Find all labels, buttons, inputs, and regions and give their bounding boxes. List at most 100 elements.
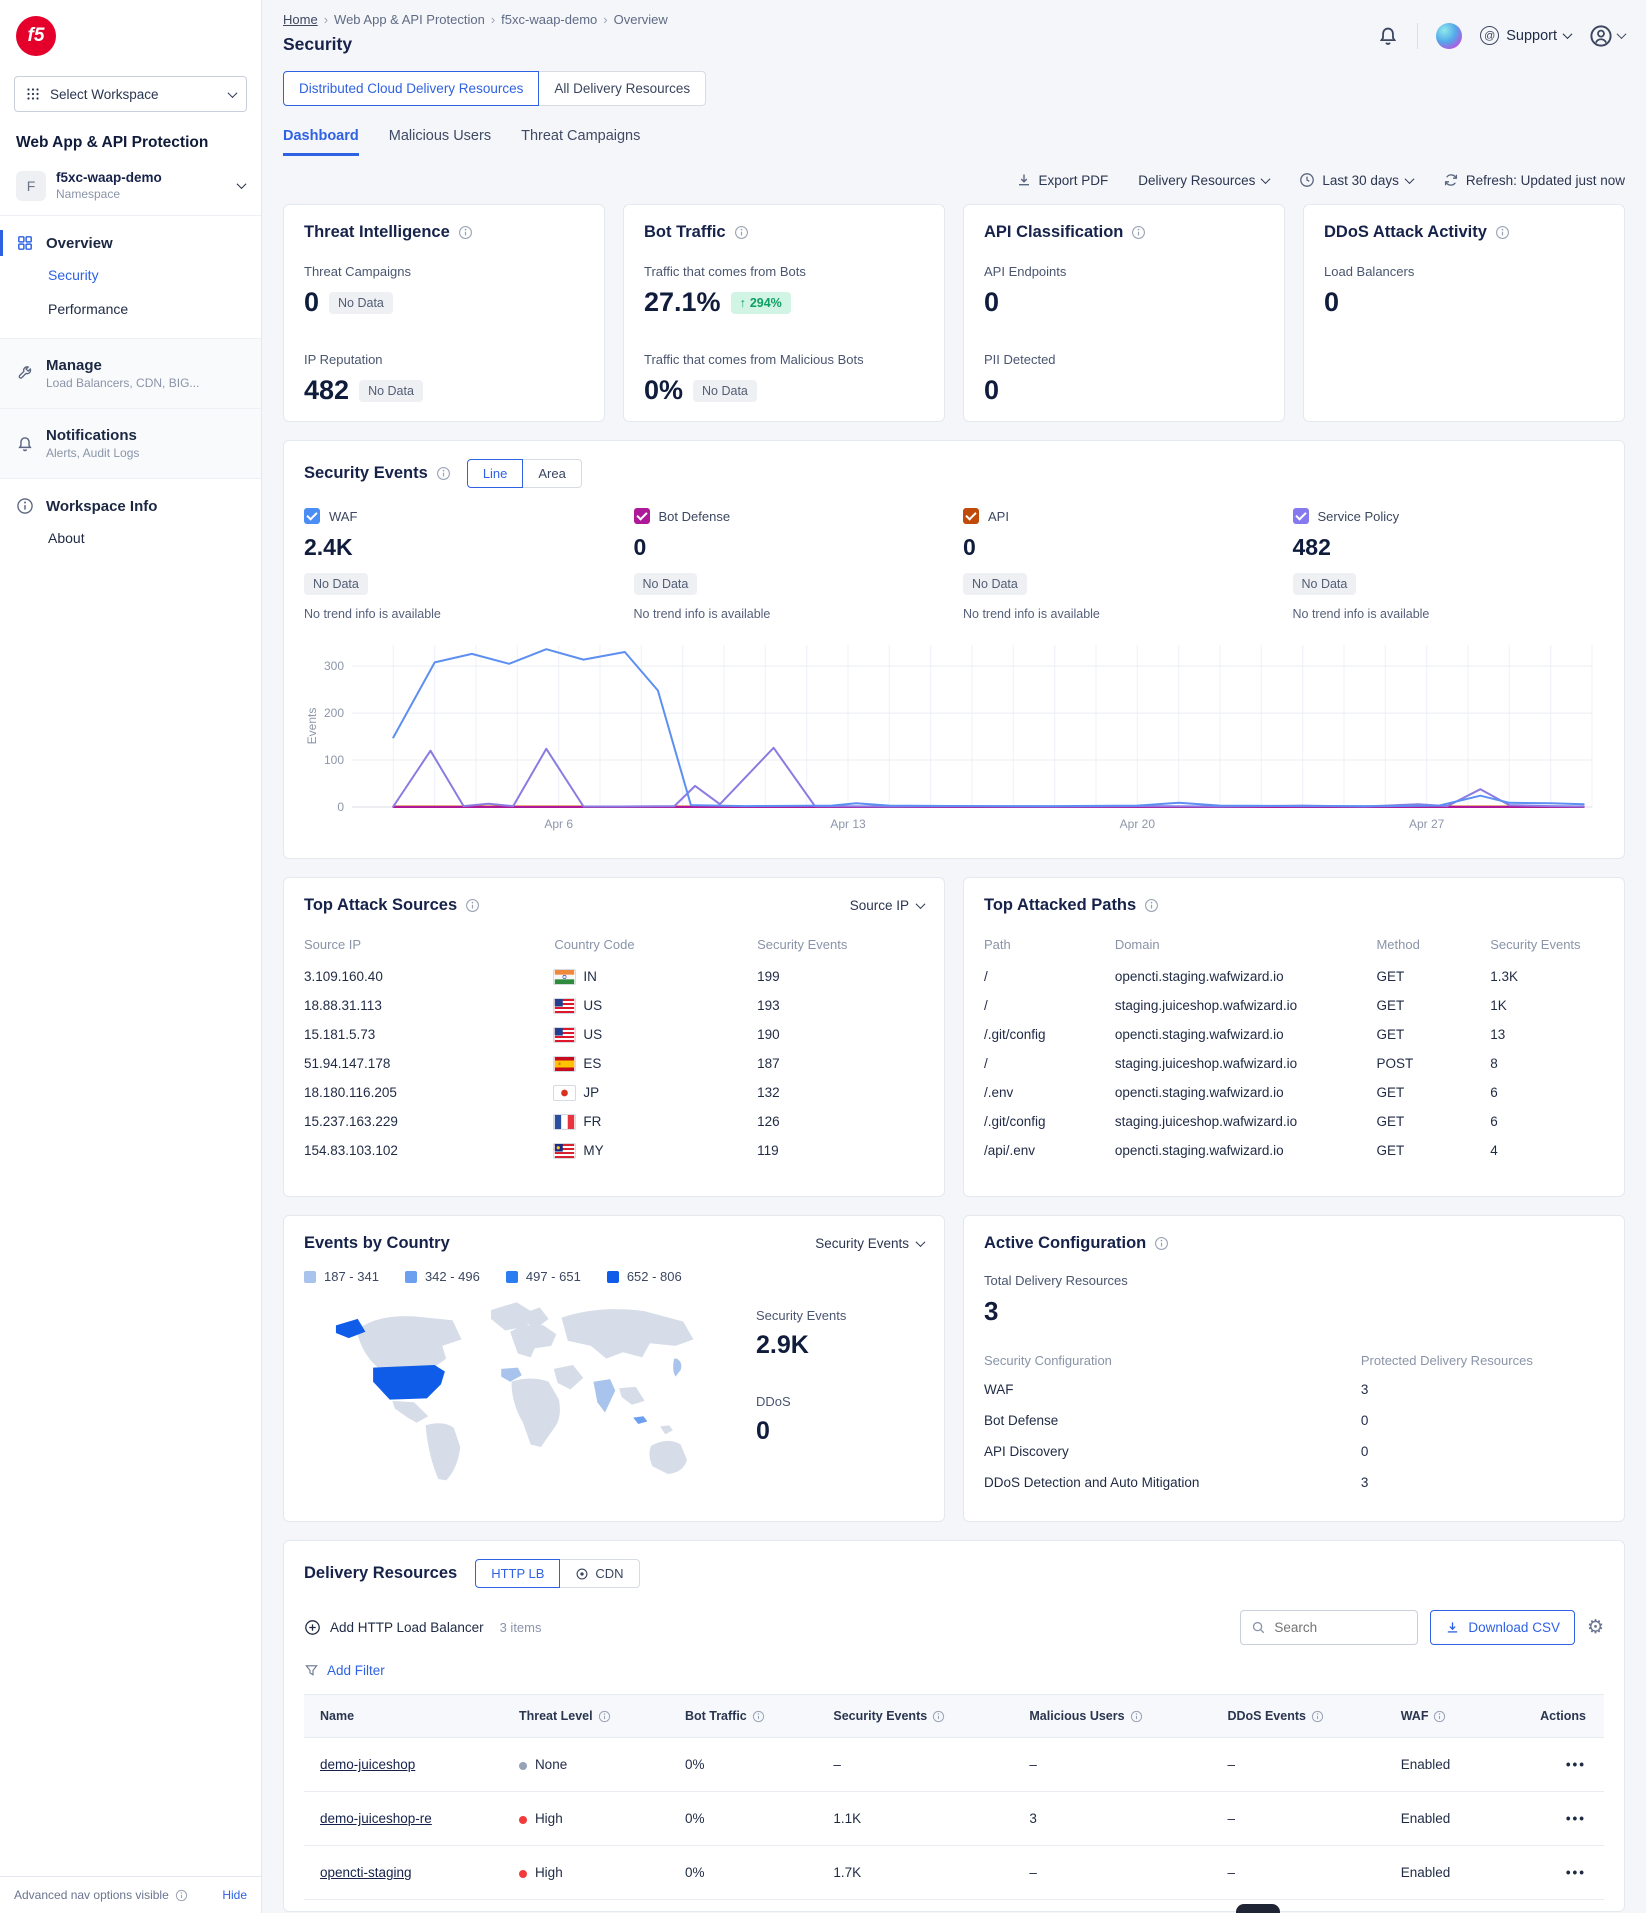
download-csv-button[interactable]: Download CSV <box>1430 1610 1575 1645</box>
breadcrumb-waap[interactable]: Web App & API Protection <box>334 12 485 27</box>
table-row[interactable]: 15.237.163.229 FR 126 <box>304 1107 924 1136</box>
info-icon[interactable] <box>175 1889 188 1902</box>
table-row[interactable]: 18.88.31.113 US 193 <box>304 991 924 1020</box>
info-icon[interactable] <box>1131 225 1146 240</box>
chevron-down-icon <box>228 88 238 98</box>
metric-selector-dropdown[interactable]: Security Events <box>815 1236 924 1251</box>
sidebar-item-manage[interactable]: Manage Load Balancers, CDN, BIG... <box>0 351 261 396</box>
info-icon[interactable] <box>932 1710 945 1723</box>
toggle-cdn[interactable]: CDN <box>560 1559 639 1588</box>
map-country-us[interactable] <box>373 1365 445 1400</box>
breadcrumb-overview[interactable]: Overview <box>614 12 668 27</box>
info-icon[interactable] <box>458 225 473 240</box>
events-count: 119 <box>757 1143 924 1158</box>
service-policy-checkbox[interactable] <box>1293 508 1309 524</box>
workspace-selector[interactable]: Select Workspace <box>14 76 247 112</box>
toggle-distributed-cloud[interactable]: Distributed Cloud Delivery Resources <box>283 71 539 106</box>
topbar-actions: Support <box>1377 16 1625 55</box>
info-icon[interactable] <box>734 225 749 240</box>
table-row[interactable]: 15.181.5.73 US 190 <box>304 1020 924 1049</box>
wrench-icon <box>16 365 34 383</box>
table-row[interactable]: /staging.juiceshop.wafwizard.ioPOST8 <box>984 1049 1604 1078</box>
notifications-bell-icon[interactable] <box>1377 25 1399 47</box>
group-by-dropdown[interactable]: Source IP <box>850 898 924 913</box>
clock-icon <box>1299 172 1315 188</box>
app-root: Select Workspace Web App & API Protectio… <box>0 0 1646 1913</box>
refresh-button[interactable]: Refresh: Updated just now <box>1443 172 1625 188</box>
chart-mode-line[interactable]: Line <box>467 459 524 488</box>
info-icon[interactable] <box>598 1710 611 1723</box>
waf-checkbox[interactable] <box>304 508 320 524</box>
info-icon[interactable] <box>1311 1710 1324 1723</box>
refresh-label: Refresh: Updated just now <box>1466 173 1625 188</box>
info-icon[interactable] <box>436 466 451 481</box>
gear-icon[interactable] <box>1587 1618 1604 1637</box>
row-actions-menu[interactable]: ••• <box>1494 1738 1604 1792</box>
breadcrumb-home[interactable]: Home <box>283 12 318 27</box>
table-row[interactable]: /staging.juiceshop.wafwizard.ioGET1K <box>984 991 1604 1020</box>
bot-defense-checkbox[interactable] <box>634 508 650 524</box>
map-country-es[interactable] <box>501 1368 522 1382</box>
map-country-my[interactable] <box>633 1416 647 1424</box>
table-row[interactable]: /.envopencti.staging.wafwizard.ioGET6 <box>984 1078 1604 1107</box>
support-menu[interactable]: Support <box>1480 26 1571 45</box>
info-icon[interactable] <box>1495 225 1510 240</box>
floating-widget-peek[interactable] <box>1236 1904 1280 1913</box>
hide-link[interactable]: Hide <box>222 1888 247 1902</box>
delivery-resources-dropdown[interactable]: Delivery Resources <box>1138 173 1269 188</box>
table-row: demo-juiceshop None 0% – – – Enabled ••• <box>304 1738 1604 1792</box>
account-menu[interactable] <box>1589 24 1625 48</box>
sidebar-item-workspace-info[interactable]: Workspace Info <box>0 491 261 521</box>
table-row[interactable]: 3.109.160.40 IN 199 <box>304 962 924 991</box>
col-bot-traffic: Bot Traffic <box>675 1695 823 1738</box>
info-icon[interactable] <box>1144 898 1159 913</box>
tab-malicious-users[interactable]: Malicious Users <box>389 128 491 156</box>
search-input[interactable] <box>1274 1620 1394 1635</box>
breadcrumb-namespace[interactable]: f5xc-waap-demo <box>501 12 597 27</box>
toggle-all-delivery[interactable]: All Delivery Resources <box>539 71 706 106</box>
add-http-load-balancer-button[interactable]: Add HTTP Load Balancer <box>304 1619 484 1636</box>
row-actions-menu[interactable]: ••• <box>1494 1846 1604 1900</box>
info-icon[interactable] <box>1154 1236 1169 1251</box>
info-icon[interactable] <box>465 898 480 913</box>
sidebar-item-notifications[interactable]: Notifications Alerts, Audit Logs <box>0 421 261 466</box>
map-country-jp[interactable] <box>673 1359 681 1377</box>
table-row[interactable]: /.git/configopencti.staging.wafwizard.io… <box>984 1020 1604 1049</box>
info-icon[interactable] <box>1130 1710 1143 1723</box>
api-checkbox[interactable] <box>963 508 979 524</box>
row-actions-menu[interactable]: ••• <box>1494 1792 1604 1846</box>
f5-logo[interactable] <box>16 16 56 56</box>
domain: opencti.staging.wafwizard.io <box>1115 969 1377 984</box>
sidebar-item-performance[interactable]: Performance <box>0 292 261 326</box>
tab-threat-campaigns[interactable]: Threat Campaigns <box>521 128 640 156</box>
sidebar-item-about[interactable]: About <box>0 521 261 555</box>
table-row[interactable]: /api/.envopencti.staging.wafwizard.ioGET… <box>984 1136 1604 1165</box>
export-pdf-button[interactable]: Export PDF <box>1016 172 1109 188</box>
info-icon[interactable] <box>752 1710 765 1723</box>
map-country-in[interactable] <box>593 1379 615 1412</box>
legend-swatch <box>405 1271 417 1283</box>
toggle-http-lb[interactable]: HTTP LB <box>475 1559 560 1588</box>
group-by-label: Source IP <box>850 898 909 913</box>
sidebar-item-overview[interactable]: Overview <box>0 228 261 258</box>
resource-link[interactable]: opencti-staging <box>320 1865 412 1880</box>
table-row[interactable]: 51.94.147.178 ES 187 <box>304 1049 924 1078</box>
sidebar-item-security[interactable]: Security <box>0 258 261 292</box>
table-row[interactable]: 18.180.116.205 JP 132 <box>304 1078 924 1107</box>
resource-link[interactable]: demo-juiceshop-re <box>320 1811 432 1826</box>
metric-label: Threat Campaigns <box>304 264 584 279</box>
table-row[interactable]: /.git/configstaging.juiceshop.wafwizard.… <box>984 1107 1604 1136</box>
table-row[interactable]: 154.83.103.102 MY 119 <box>304 1136 924 1165</box>
no-data-badge: No Data <box>329 292 393 314</box>
series-summary-service-policy: Service Policy 482 No Data No trend info… <box>1293 508 1605 621</box>
config-name: DDoS Detection and Auto Mitigation <box>984 1475 1361 1490</box>
tab-dashboard[interactable]: Dashboard <box>283 128 359 156</box>
add-filter-button[interactable]: Add Filter <box>304 1663 1604 1678</box>
chart-mode-area[interactable]: Area <box>523 459 581 488</box>
namespace-selector[interactable]: F f5xc-waap-demo Namespace <box>0 162 261 216</box>
assistant-sphere-icon[interactable] <box>1436 23 1462 49</box>
resource-link[interactable]: demo-juiceshop <box>320 1757 415 1772</box>
info-icon[interactable] <box>1433 1710 1446 1723</box>
time-range-dropdown[interactable]: Last 30 days <box>1299 172 1413 188</box>
table-row[interactable]: /opencti.staging.wafwizard.ioGET1.3K <box>984 962 1604 991</box>
